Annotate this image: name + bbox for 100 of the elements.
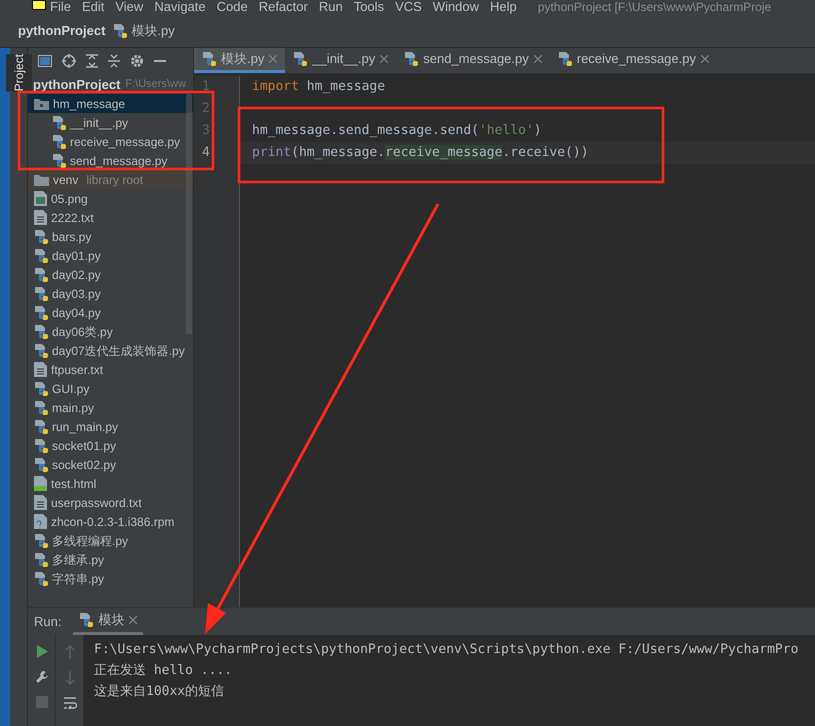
- run-icon[interactable]: [36, 645, 48, 658]
- python-file-icon: [34, 266, 48, 282]
- window-title: pythonProject [F:\Users\www\PycharmProje: [538, 0, 772, 14]
- close-icon[interactable]: [269, 55, 278, 63]
- python-file-icon: [34, 418, 48, 434]
- python-file-icon: [52, 134, 66, 150]
- python-file-icon: [293, 51, 308, 67]
- python-file-icon: [34, 324, 48, 340]
- tree-item[interactable]: hm_message: [28, 94, 193, 113]
- menu-item[interactable]: VCS: [395, 0, 422, 14]
- project-tool-tab[interactable]: Project: [6, 54, 32, 92]
- tree-item[interactable]: test.html: [28, 474, 193, 493]
- tree-item[interactable]: zhcon-0.2.3-1.i386.rpm: [28, 512, 193, 531]
- settings-icon[interactable]: [130, 54, 144, 68]
- tree-item[interactable]: bars.py: [28, 227, 193, 246]
- python-file-icon: [404, 51, 418, 67]
- tree-item[interactable]: 字符串.py: [28, 569, 193, 588]
- python-file-icon: [34, 400, 48, 416]
- editor-tab[interactable]: receive_message.py: [550, 48, 717, 73]
- wrench-icon[interactable]: [34, 670, 48, 684]
- code-line: import hm_message: [251, 78, 386, 96]
- tree-item[interactable]: socket02.py: [28, 455, 193, 474]
- menu-item[interactable]: Window: [432, 0, 480, 14]
- text-file-icon: [34, 362, 47, 377]
- menu-item[interactable]: Help: [490, 0, 517, 14]
- tree-item[interactable]: GUI.py: [28, 379, 193, 398]
- tree-item[interactable]: __init__.py: [28, 113, 193, 132]
- python-file-icon: [113, 22, 128, 38]
- menu-item[interactable]: Refactor: [258, 0, 308, 14]
- expand-all-icon[interactable]: [86, 54, 98, 68]
- code-line: hm_message.send_message.send('hello'): [251, 122, 542, 140]
- folder-icon: [34, 174, 49, 186]
- run-label: Run:: [34, 612, 62, 631]
- python-file-icon: [34, 342, 48, 358]
- editor-tab[interactable]: 模块.py: [194, 48, 286, 73]
- python-file-icon: [34, 304, 48, 320]
- close-icon[interactable]: [534, 55, 542, 63]
- down-arrow-icon[interactable]: [64, 671, 74, 685]
- tree-item[interactable]: day06类.py: [28, 322, 193, 341]
- image-file-icon: [34, 191, 47, 206]
- python-file-icon: [202, 51, 216, 67]
- tree-item[interactable]: day02.py: [28, 265, 193, 284]
- python-file-icon: [34, 552, 48, 568]
- tree-item[interactable]: receive_message.py: [28, 132, 193, 151]
- tree-item[interactable]: day07迭代生成装饰器.py: [28, 341, 193, 360]
- code-line: print(hm_message.receive_message.receive()): [251, 144, 589, 162]
- text-file-icon: [34, 210, 47, 225]
- tree-item[interactable]: 多线程编程.py: [28, 531, 193, 550]
- close-icon[interactable]: [380, 55, 388, 63]
- python-file-icon: [52, 114, 66, 130]
- editor-tab[interactable]: send_message.py: [396, 48, 550, 73]
- python-file-icon: [558, 51, 572, 67]
- text-file-icon: [34, 495, 47, 510]
- tree-item[interactable]: 2222.txt: [28, 208, 193, 227]
- editor-tab[interactable]: __init__.py: [285, 48, 396, 73]
- python-file-icon: [34, 248, 48, 264]
- scrollbar-thumb[interactable]: [186, 94, 192, 334]
- soft-wrap-icon[interactable]: [62, 697, 76, 709]
- close-icon[interactable]: [129, 616, 138, 624]
- folder-icon: [34, 98, 49, 110]
- python-file-icon: [34, 228, 48, 244]
- python-file-icon: [79, 612, 94, 628]
- menu-item[interactable]: Edit: [82, 0, 104, 14]
- tree-item[interactable]: 多继承.py: [28, 550, 193, 569]
- breadcrumb-item[interactable]: 模块.py: [131, 20, 175, 40]
- html-file-icon: [34, 476, 47, 491]
- python-file-icon: [34, 438, 48, 454]
- project-path: F:\Users\ww: [125, 77, 186, 92]
- tree-item[interactable]: day03.py: [28, 284, 193, 303]
- collapse-all-icon[interactable]: [108, 54, 120, 68]
- tree-item[interactable]: 05.png: [28, 189, 193, 208]
- tree-item[interactable]: day01.py: [28, 246, 193, 265]
- python-file-icon: [34, 532, 48, 548]
- tree-item[interactable]: ftpuser.txt: [28, 360, 193, 379]
- python-file-icon: [34, 286, 48, 302]
- menu-item[interactable]: Run: [318, 0, 343, 14]
- close-icon[interactable]: [700, 55, 709, 63]
- tree-item[interactable]: day04.py: [28, 303, 193, 322]
- tree-item[interactable]: send_message.py: [28, 151, 193, 170]
- menu-item[interactable]: Navigate: [154, 0, 206, 14]
- stop-icon[interactable]: [36, 696, 48, 708]
- crosshair-icon[interactable]: [62, 54, 76, 68]
- python-file-icon: [52, 152, 66, 168]
- layout-icon[interactable]: [38, 55, 52, 67]
- tree-item[interactable]: userpassword.txt: [28, 493, 193, 512]
- up-arrow-icon[interactable]: [64, 645, 74, 659]
- menu-item[interactable]: View: [115, 0, 144, 14]
- breadcrumb-item[interactable]: pythonProject: [18, 20, 106, 40]
- tree-item[interactable]: run_main.py: [28, 417, 193, 436]
- tree-item[interactable]: main.py: [28, 398, 193, 417]
- menu-item[interactable]: Code: [216, 0, 248, 14]
- tree-item[interactable]: venv library root: [28, 170, 193, 189]
- menu-item[interactable]: File: [50, 0, 71, 14]
- console-line: 这是来自100xx的短信: [94, 683, 224, 701]
- console-line: 正在发送 hello ....: [94, 662, 232, 680]
- tree-item[interactable]: socket01.py: [28, 436, 193, 455]
- menu-item[interactable]: Tools: [354, 0, 384, 14]
- console-line: F:\Users\www\PycharmProjects\pythonProject\venv\Scripts\python.exe F:/Users/www/PycharmPro: [94, 641, 798, 659]
- project-root[interactable]: pythonProject: [33, 74, 120, 94]
- python-file-icon: [34, 570, 48, 586]
